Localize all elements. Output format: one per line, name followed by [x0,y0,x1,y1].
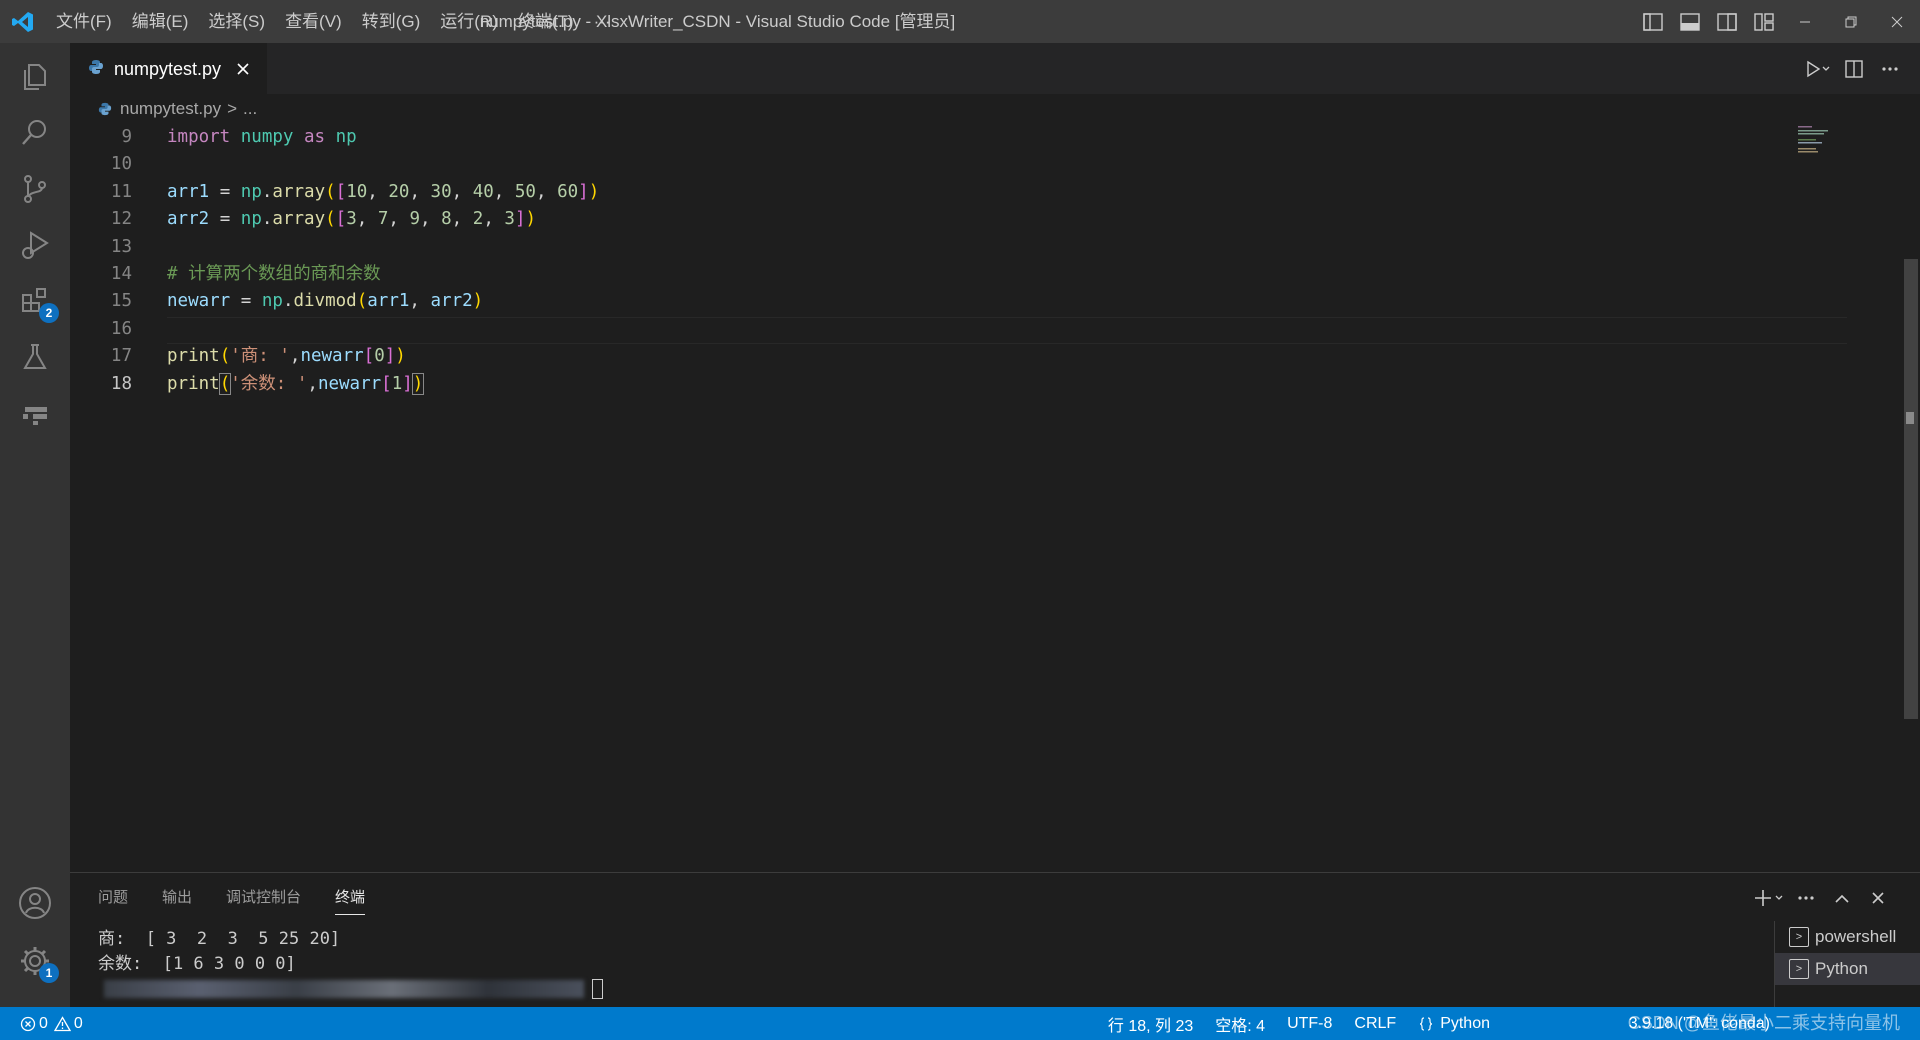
code-line[interactable]: import numpy as np [167,124,599,151]
remote-explorer-icon[interactable] [0,379,70,447]
minimize-icon[interactable] [1782,0,1828,43]
menu-selection[interactable]: 选择(S) [198,0,275,43]
line-number: 9 [121,127,132,147]
terminal-icon: > [1789,927,1809,947]
line-number: 16 [110,318,132,339]
redacted-prompt [104,980,584,998]
code-line[interactable]: print('余数: ',newarr[1]) [167,371,599,398]
breadcrumb: numpytest.py > ... [70,94,1920,124]
code-line[interactable]: # 计算两个数组的商和余数 [167,261,599,288]
title-bar: 文件(F) 编辑(E) 选择(S) 查看(V) 转到(G) 运行(R) 终端(T… [0,0,1920,43]
cursor-position[interactable]: 行 18, 列 23 [1108,1012,1193,1036]
code-line[interactable] [167,151,599,178]
terminal-line: 余数: [1 6 3 0 0 0] [98,954,296,974]
breadcrumb-python-icon [98,102,112,116]
language-label: Python [1440,1014,1490,1032]
language-mode[interactable]: Python [1418,1015,1490,1033]
code-line[interactable] [167,234,599,261]
error-icon [20,1016,36,1031]
toggle-primary-sidebar-icon[interactable] [1634,0,1671,43]
code-line[interactable]: arr2 = np.array([3, 7, 9, 8, 2, 3]) [167,206,599,233]
terminal-cursor [592,979,603,999]
menu-view[interactable]: 查看(V) [275,0,352,43]
tab-output[interactable]: 输出 [162,883,192,915]
customize-layout-icon[interactable] [1745,0,1782,43]
terminal-item-label: powershell [1815,927,1897,946]
tab-debug-console[interactable]: 调试控制台 [226,883,301,915]
menu-run[interactable]: 运行(R) [430,0,508,43]
line-number: 13 [110,236,132,257]
python-file-icon [88,59,104,80]
terminal-line: 商: [ 3 2 3 5 25 20] [98,929,341,949]
line-number: 11 [110,181,132,202]
menu-go[interactable]: 转到(G) [352,0,431,43]
code-line[interactable]: arr1 = np.array([10, 20, 30, 40, 50, 60]… [167,179,599,206]
terminal-item-python[interactable]: > Python [1775,953,1920,985]
tab-problems[interactable]: 问题 [98,883,128,915]
tab-label: numpytest.py [114,58,222,79]
menu-more[interactable]: ··· [584,0,621,43]
menu-edit[interactable]: 编辑(E) [122,0,199,43]
close-panel-icon[interactable] [1860,883,1896,913]
warning-count: 0 [73,1014,83,1032]
run-python-file-icon[interactable] [1800,43,1836,94]
terminal-item-powershell[interactable]: > powershell [1775,921,1920,953]
editor-scrollbar[interactable] [1898,124,1920,872]
editor-tabs: numpytest.py [70,43,1920,94]
close-window-icon[interactable] [1874,0,1920,43]
menu-terminal[interactable]: 终端(T) [508,0,584,43]
menu-bar: 文件(F) 编辑(E) 选择(S) 查看(V) 转到(G) 运行(R) 终端(T… [46,0,621,43]
split-editor-icon[interactable] [1836,43,1872,94]
code-line[interactable]: newarr = np.divmod(arr1, arr2) [167,288,599,315]
line-number: 14 [110,263,132,284]
indentation[interactable]: 空格: 4 [1215,1012,1265,1036]
braces-icon [1420,1016,1433,1031]
breadcrumb-separator: > [227,99,238,118]
more-actions-icon[interactable] [1872,43,1908,94]
code-lines[interactable]: import numpy as np arr1 = np.array([10, … [167,124,599,398]
line-number-gutter: 9 10 11 12 13 14 15 16 17 18 [70,124,132,398]
manage-gear-icon[interactable]: 1 [0,927,70,995]
tab-numpytest[interactable]: numpytest.py [70,43,267,94]
line-number-active: 18 [110,373,132,394]
panel-more-icon[interactable] [1788,883,1824,913]
line-number: 12 [110,209,132,230]
vscode-logo-icon [0,0,46,43]
bottom-panel: 问题 输出 调试控制台 终端 商: [ 3 2 3 5 25 20] 余数: [… [70,872,1920,1007]
status-bar: 0 0 行 18, 列 23 空格: 4 UTF-8 CRLF Python 3… [0,1007,1920,1040]
terminal-icon: > [1789,959,1809,979]
line-number: 15 [110,291,132,312]
scrollbar-thumb[interactable] [1904,259,1918,719]
terminal-list: > powershell > Python [1774,921,1920,1007]
toggle-panel-icon[interactable] [1671,0,1708,43]
line-number: 10 [110,154,132,175]
breadcrumb-file[interactable]: numpytest.py [120,99,221,119]
line-ending[interactable]: CRLF [1354,1015,1396,1033]
menu-file[interactable]: 文件(F) [46,0,122,43]
code-line[interactable]: print('商: ',newarr[0]) [167,343,599,370]
toggle-secondary-sidebar-icon[interactable] [1708,0,1745,43]
activity-bar: 2 1 [0,43,70,1007]
tab-terminal[interactable]: 终端 [335,883,366,915]
breadcrumb-symbols[interactable]: ... [243,99,257,119]
restore-icon[interactable] [1828,0,1874,43]
encoding[interactable]: UTF-8 [1287,1015,1332,1033]
line-number: 17 [110,346,132,367]
terminal-output[interactable]: 商: [ 3 2 3 5 25 20] 余数: [1 6 3 0 0 0] [98,927,603,1002]
extensions-badge: 2 [39,303,59,323]
error-count: 0 [39,1014,48,1032]
terminal-prompt [98,977,603,1002]
warning-icon [53,1015,71,1031]
settings-badge: 1 [39,963,59,983]
scrollbar-cursor-marker [1906,412,1914,424]
code-editor[interactable]: 9 10 11 12 13 14 15 16 17 18 import nump… [70,124,1920,872]
new-terminal-icon[interactable] [1752,883,1788,913]
minimap[interactable] [1796,124,1846,174]
problems-status[interactable]: 0 0 [20,1015,83,1033]
tab-close-icon[interactable] [233,59,253,79]
maximize-panel-icon[interactable] [1824,883,1860,913]
csdn-watermark: CSDN @鱼佬最小二乘支持向量机 [1627,1013,1900,1033]
terminal-item-label: Python [1815,959,1868,978]
code-line[interactable] [167,316,599,343]
